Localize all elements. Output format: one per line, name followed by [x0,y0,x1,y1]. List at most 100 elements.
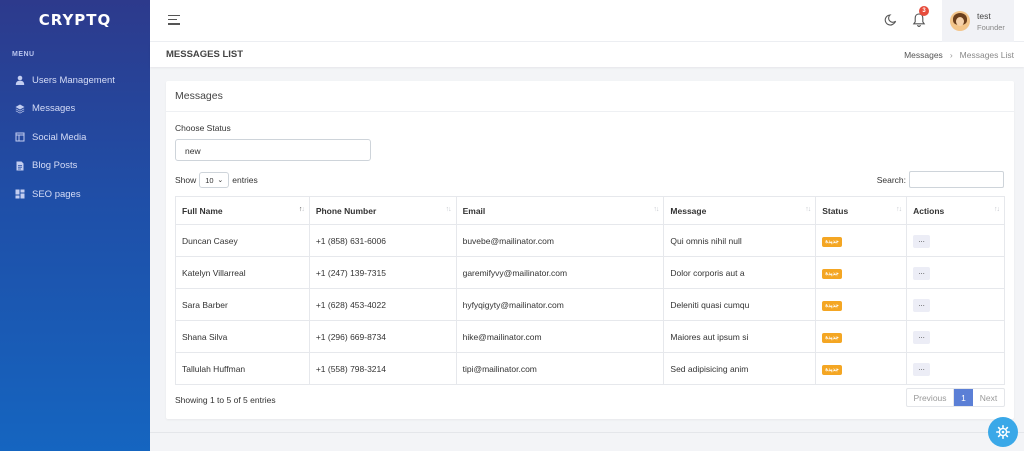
sidebar-item-label: Blog Posts [32,160,78,172]
cell-actions: ... [906,256,1005,289]
sort-icon: ↑↓ [994,206,1000,213]
table-info: Showing 1 to 5 of 5 entries [175,395,276,405]
cell-email: buvebe@mailinator.com [455,224,665,257]
actions-button[interactable]: ... [913,362,931,376]
cell-phone: +1 (558) 798-3214 [308,352,457,385]
cell-phone: +1 (858) 631-6006 [308,224,457,257]
cell-message: Dolor corporis aut a [663,256,817,289]
table-row: Shana Silva +1 (296) 669-8734 hike@maili… [175,320,1005,353]
table-row: Sara Barber +1 (628) 453-4022 hyfyqigyty… [175,288,1005,321]
status-badge: جديدة [822,364,842,375]
breadcrumb-parent[interactable]: Messages [904,50,943,60]
cell-full-name: Sara Barber [175,288,310,321]
sidebar-item-users-management[interactable]: Users Management [0,66,150,95]
sort-icon: ↑↓ [653,206,659,213]
show-label: Show [175,175,197,185]
search-input[interactable] [909,171,1004,188]
cell-full-name: Tallulah Huffman [175,352,310,385]
page-title-bar: MESSAGES LIST Messages › Messages List [150,42,1024,67]
moon-icon[interactable] [884,13,898,27]
actions-button[interactable]: ... [913,330,931,344]
status-label: Choose Status [175,123,231,133]
cell-full-name: Duncan Casey [175,224,310,257]
sidebar-item-label: SEO pages [32,188,81,200]
cell-email: hyfyqigyty@mailinator.com [455,288,665,321]
settings-fab[interactable] [988,417,1018,447]
table-row: Katelyn Villarreal +1 (247) 139-7315 gar… [175,256,1005,289]
breadcrumb: Messages › Messages List [904,50,1014,60]
table-header-row: Full Name ↑↓ Phone Number ↑↓ Email ↑↓ Messa… [175,196,1005,225]
sort-icon: ↑↓ [805,206,811,213]
column-header-actions[interactable]: Actions ↑↓ [906,196,1005,225]
sidebar-item-blog-posts[interactable]: Blog Posts [0,152,150,181]
status-badge: جديدة [822,332,842,343]
cell-message: Deleniti quasi cumqu [663,288,817,321]
grid-icon [15,189,25,199]
cell-message: Qui omnis nihil null [663,224,817,257]
status-badge: جديدة [822,236,842,247]
messages-table: Full Name ↑↓ Phone Number ↑↓ Email ↑↓ Messa… [175,196,1005,385]
sidebar-item-label: Users Management [32,74,115,86]
cell-status: جديدة [815,352,908,385]
page-1-button[interactable]: 1 [954,389,973,406]
cell-actions: ... [906,224,1005,257]
status-badge: جديدة [822,300,842,311]
sidebar-item-social-media[interactable]: Social Media [0,123,150,152]
breadcrumb-separator: › [949,50,953,60]
actions-button[interactable]: ... [913,266,931,280]
notification-badge: 3 [919,6,929,16]
user-role: Founder [977,22,1005,32]
sort-icon: ↑↓ [896,206,902,213]
cell-actions: ... [906,288,1005,321]
breadcrumb-current: Messages List [959,50,1014,60]
sort-icon: ↑↓ [445,206,452,213]
menu-label: MENU [12,51,35,58]
sidebar-item-label: Social Media [32,131,87,143]
sort-icon: ↑↓ [298,206,305,213]
cell-status: جديدة [815,256,908,289]
cell-phone: +1 (628) 453-4022 [308,288,457,321]
hamburger-menu-icon[interactable] [168,15,180,25]
previous-page-button[interactable]: Previous [907,389,954,406]
table-row: Duncan Casey +1 (858) 631-6006 buvebe@ma… [175,224,1005,257]
page-title: MESSAGES LIST [166,49,244,60]
card-title: Messages [166,81,1014,112]
actions-button[interactable]: ... [913,234,931,248]
layout-icon [15,132,25,142]
column-header-full-name[interactable]: Full Name ↑↓ [175,196,310,225]
gear-icon [996,425,1010,439]
table-search: Search: [877,171,1004,188]
layers-icon [15,104,25,114]
column-header-email[interactable]: Email ↑↓ [455,196,665,225]
cell-message: Maiores aut ipsum si [663,320,817,353]
cell-full-name: Katelyn Villarreal [175,256,310,289]
sidebar-item-messages[interactable]: Messages [0,95,150,124]
column-header-status[interactable]: Status ↑↓ [815,196,908,225]
footer [150,432,1024,451]
status-badge: جديدة [822,268,842,279]
next-page-button[interactable]: Next [973,389,1004,406]
topbar: 3 test Founder [150,0,1024,42]
user-name: test [977,10,991,21]
status-select[interactable]: new [175,139,371,161]
cell-actions: ... [906,352,1005,385]
cell-email: tipi@mailinator.com [455,352,665,385]
cell-full-name: Shana Silva [175,320,310,353]
cell-actions: ... [906,320,1005,353]
cell-message: Sed adipisicing anim [663,352,817,385]
entries-select[interactable]: 10 ⌄ [199,172,230,188]
cell-status: جديدة [815,288,908,321]
messages-card: Messages Choose Status new Show 10 ⌄ ent… [166,81,1014,419]
actions-button[interactable]: ... [913,298,931,312]
user-menu[interactable]: test Founder [942,0,1014,42]
cell-status: جديدة [815,224,908,257]
brand-logo[interactable]: CRYPTQ [0,0,150,40]
cell-email: garemifyvy@mailinator.com [455,256,665,289]
entries-length-control: Show 10 ⌄ entries [175,172,258,188]
column-header-phone[interactable]: Phone Number ↑↓ [308,196,457,225]
pagination: Previous 1 Next [906,388,1005,407]
search-label: Search: [876,174,906,185]
sidebar-item-seo-pages[interactable]: SEO pages [0,180,150,209]
cell-status: جديدة [815,320,908,353]
column-header-message[interactable]: Message ↑↓ [663,196,817,225]
